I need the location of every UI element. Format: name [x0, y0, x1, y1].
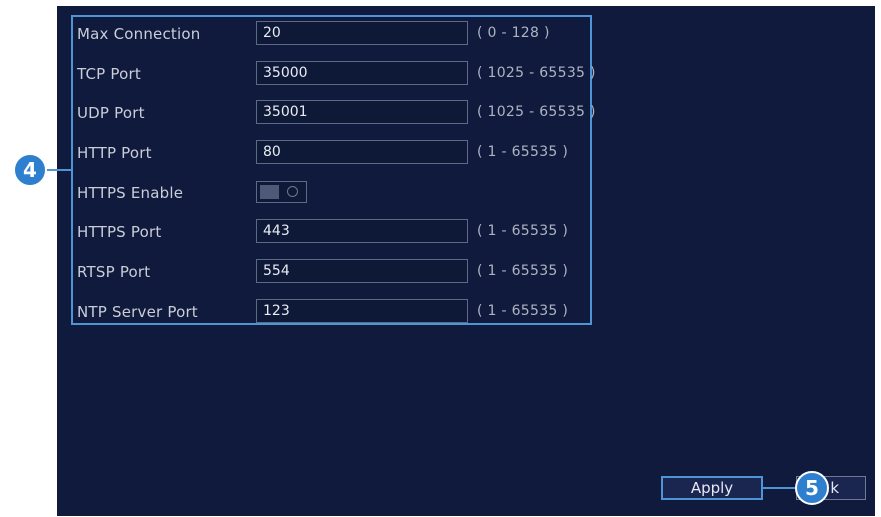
- callout-4-connector: [44, 169, 72, 171]
- https-port-label: HTTPS Port: [77, 223, 162, 241]
- rtsp-port-range: ( 1 - 65535 ): [477, 263, 569, 279]
- row-ntp-server-port: NTP Server Port ( 1 - 65535 ): [75, 299, 595, 325]
- toggle-knob: [260, 185, 279, 199]
- max-connection-range: ( 0 - 128 ): [477, 25, 550, 41]
- tcp-port-range: ( 1025 - 65535 ): [477, 65, 596, 81]
- row-https-enable: HTTPS Enable: [75, 180, 595, 206]
- http-port-range: ( 1 - 65535 ): [477, 144, 569, 160]
- http-port-label: HTTP Port: [77, 144, 152, 162]
- tcp-port-input[interactable]: [256, 61, 468, 85]
- udp-port-input[interactable]: [256, 100, 468, 124]
- row-rtsp-port: RTSP Port ( 1 - 65535 ): [75, 259, 595, 285]
- row-http-port: HTTP Port ( 1 - 65535 ): [75, 140, 595, 166]
- rtsp-port-label: RTSP Port: [77, 263, 151, 281]
- callout-badge-5: 5: [795, 471, 829, 505]
- row-tcp-port: TCP Port ( 1025 - 65535 ): [75, 61, 595, 87]
- https-port-input[interactable]: [256, 219, 468, 243]
- http-port-input[interactable]: [256, 140, 468, 164]
- https-port-range: ( 1 - 65535 ): [477, 223, 569, 239]
- callout-5-connector: [763, 487, 797, 489]
- tcp-port-label: TCP Port: [77, 65, 141, 83]
- ntp-server-port-range: ( 1 - 65535 ): [477, 303, 569, 319]
- callout-badge-4: 4: [13, 153, 47, 187]
- https-enable-label: HTTPS Enable: [77, 184, 184, 202]
- row-https-port: HTTPS Port ( 1 - 65535 ): [75, 219, 595, 245]
- ntp-server-port-label: NTP Server Port: [77, 303, 198, 321]
- max-connection-label: Max Connection: [77, 25, 201, 43]
- toggle-off-indicator-icon: [287, 186, 298, 197]
- max-connection-input[interactable]: [256, 21, 468, 45]
- https-enable-toggle[interactable]: [256, 181, 307, 203]
- row-max-connection: Max Connection ( 0 - 128 ): [75, 21, 595, 47]
- udp-port-label: UDP Port: [77, 104, 145, 122]
- udp-port-range: ( 1025 - 65535 ): [477, 104, 596, 120]
- screenshot-stage: Max Connection ( 0 - 128 ) TCP Port ( 10…: [0, 0, 881, 517]
- ntp-server-port-input[interactable]: [256, 299, 468, 323]
- rtsp-port-input[interactable]: [256, 259, 468, 283]
- row-udp-port: UDP Port ( 1025 - 65535 ): [75, 100, 595, 126]
- apply-button[interactable]: Apply: [661, 476, 763, 500]
